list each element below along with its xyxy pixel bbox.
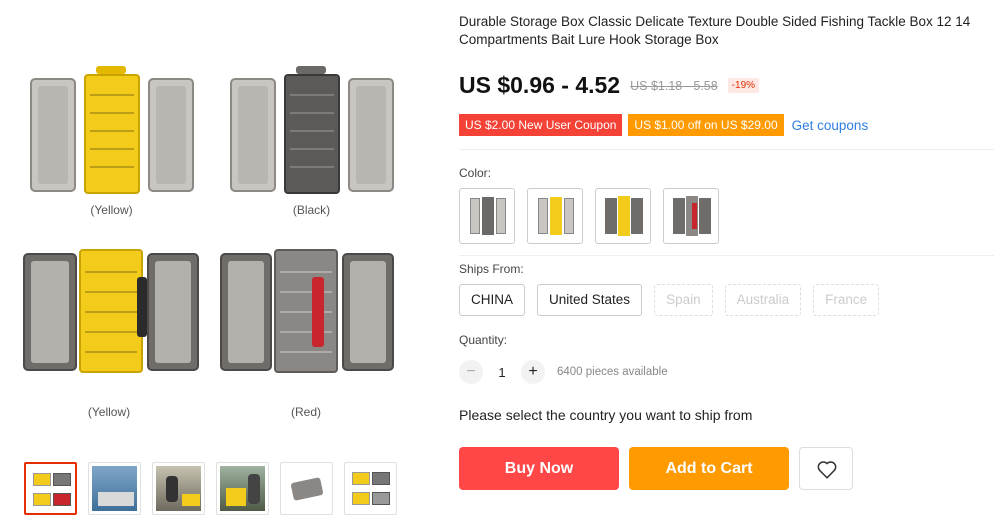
price-row: US $0.96 - 4.52 US $1.18 - 5.58 -19%	[459, 72, 760, 99]
variant-caption: (Black)	[292, 203, 331, 217]
color-option-gray[interactable]	[459, 188, 515, 244]
color-label: Color:	[459, 166, 492, 180]
divider	[459, 255, 994, 256]
add-to-cart-button[interactable]: Add to Cart	[629, 447, 789, 490]
product-variant-yellow-large: (Yellow)	[19, 247, 199, 419]
new-user-coupon[interactable]: US $2.00 New User Coupon	[459, 114, 623, 136]
action-buttons: Buy Now Add to Cart	[459, 447, 853, 490]
current-price: US $0.96 - 4.52	[459, 72, 621, 98]
thumbnail-5[interactable]	[280, 462, 333, 515]
discount-badge: -19%	[727, 78, 760, 93]
product-gallery: (Yellow) (Black) (Yellow) (Red)	[0, 0, 420, 518]
color-option-red[interactable]	[663, 188, 719, 244]
divider	[459, 149, 994, 150]
thumbnail-3[interactable]	[152, 462, 205, 515]
product-variant-red-large: (Red)	[216, 247, 396, 419]
quantity-value[interactable]: 1	[495, 365, 509, 380]
coupon-row: US $2.00 New User Coupon US $1.00 off on…	[459, 114, 868, 136]
thumbnail-6[interactable]	[344, 462, 397, 515]
original-price: US $1.18 - 5.58	[630, 78, 718, 93]
product-title: Durable Storage Box Classic Delicate Tex…	[459, 14, 971, 47]
available-stock: 6400 pieces available	[557, 366, 668, 378]
wishlist-button[interactable]	[799, 447, 853, 490]
quantity-plus-button[interactable]: +	[521, 360, 545, 384]
thumbnail-1[interactable]	[24, 462, 77, 515]
quantity-stepper: − 1 + 6400 pieces available	[459, 360, 668, 384]
ships-from-china[interactable]: CHINA	[459, 284, 526, 316]
color-option-yellow[interactable]	[527, 188, 583, 244]
store-coupon[interactable]: US $1.00 off on US $29.00	[628, 114, 784, 136]
ships-from-options: CHINA United States Spain Australia Fran…	[459, 284, 880, 316]
quantity-minus-button[interactable]: −	[459, 360, 483, 384]
product-variant-yellow-small: (Yellow)	[24, 66, 199, 217]
color-option-black-yellow[interactable]	[595, 188, 651, 244]
thumbnail-4[interactable]	[216, 462, 269, 515]
ships-from-label: Ships From:	[459, 262, 524, 276]
main-product-image[interactable]: (Yellow) (Black) (Yellow) (Red)	[14, 55, 410, 435]
ships-from-united-states[interactable]: United States	[537, 284, 643, 316]
variant-caption: (Red)	[290, 405, 321, 419]
ships-from-australia: Australia	[724, 284, 802, 316]
thumbnail-strip	[24, 462, 397, 515]
product-variant-black-small: (Black)	[224, 66, 399, 217]
buy-now-button[interactable]: Buy Now	[459, 447, 619, 490]
thumbnail-2[interactable]	[88, 462, 141, 515]
quantity-label: Quantity:	[459, 333, 508, 347]
ships-from-france: France	[813, 284, 880, 316]
ships-from-spain: Spain	[654, 284, 713, 316]
color-swatches	[459, 188, 719, 244]
ship-country-notice: Please select the country you want to sh…	[459, 407, 753, 423]
heart-icon	[817, 461, 837, 479]
variant-caption: (Yellow)	[90, 203, 133, 217]
get-coupons-link[interactable]: Get coupons	[792, 118, 869, 133]
variant-caption: (Yellow)	[87, 405, 131, 419]
